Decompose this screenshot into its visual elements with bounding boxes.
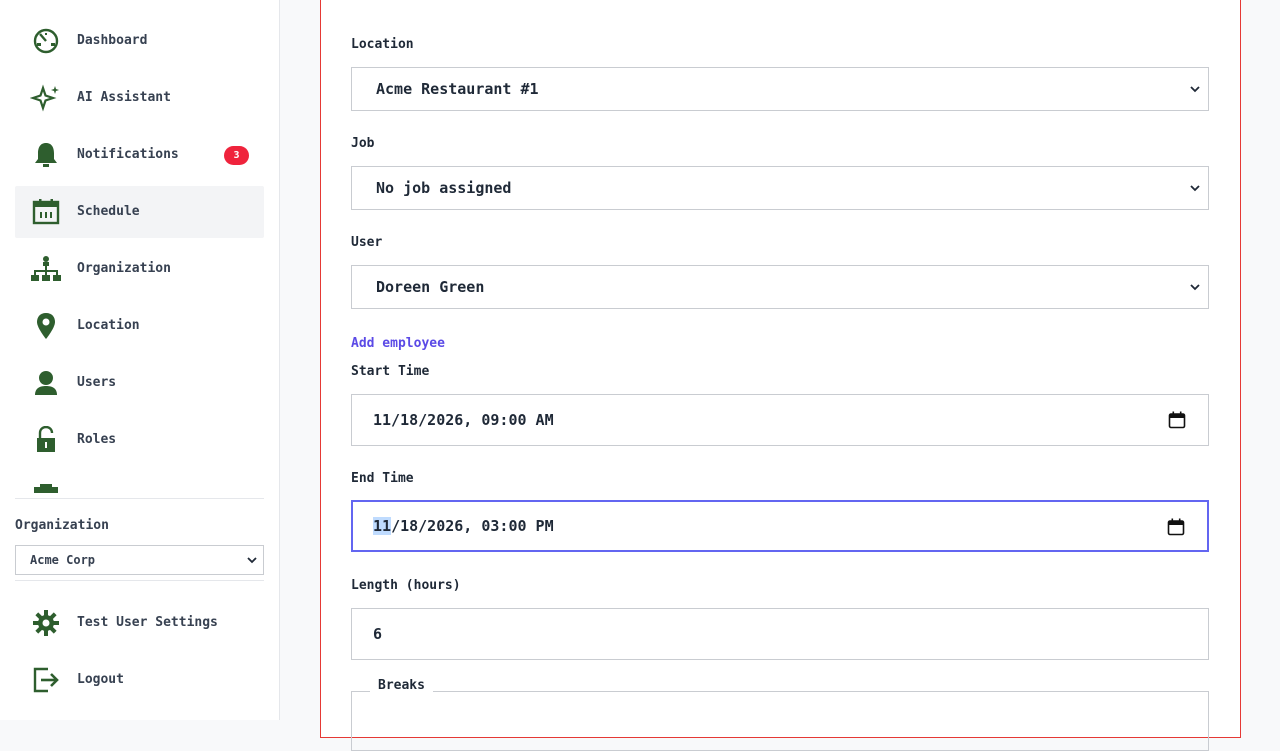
add-employee-link[interactable]: Add employee — [351, 336, 445, 351]
location-label: Location — [351, 37, 414, 52]
gear-icon — [30, 609, 62, 637]
chevron-down-icon — [1190, 282, 1200, 292]
start-time-input[interactable]: 11/18/2026, 09:00 AM — [351, 394, 1209, 446]
shift-form-panel: Location Acme Restaurant #1 Job No job a… — [320, 0, 1241, 751]
logout-button[interactable]: Logout — [15, 654, 264, 706]
user-select[interactable]: Doreen Green — [351, 265, 1209, 309]
sidebar-item-partial[interactable] — [15, 471, 264, 493]
breaks-legend: Breaks — [370, 678, 433, 693]
chevron-down-icon — [1190, 84, 1200, 94]
sidebar-item-ai-assistant[interactable]: AI Assistant — [15, 72, 264, 124]
sidebar-item-label: Notifications — [77, 147, 179, 162]
user-label: User — [351, 235, 383, 250]
chevron-down-icon — [1190, 183, 1200, 193]
dashboard-icon — [30, 27, 62, 55]
sparkle-icon — [30, 84, 62, 112]
test-user-settings-button[interactable]: Test User Settings — [15, 597, 264, 649]
end-time-month-segment[interactable]: 11 — [373, 517, 392, 535]
start-time-value: 11/18/2026, 09:00 AM — [373, 411, 554, 429]
sidebar-divider — [15, 498, 264, 499]
organization-select[interactable]: Acme Corp — [15, 545, 264, 575]
sidebar-divider — [15, 580, 264, 581]
location-select[interactable]: Acme Restaurant #1 — [351, 67, 1209, 111]
sidebar-item-dashboard[interactable]: Dashboard — [15, 15, 264, 67]
briefcase-icon — [30, 483, 62, 493]
sidebar: Dashboard AI Assistant Notifications 3 S… — [0, 0, 280, 720]
length-input[interactable]: 6 — [351, 608, 1209, 660]
length-label: Length (hours) — [351, 578, 461, 593]
sidebar-item-label: Organization — [77, 261, 171, 276]
calendar-picker-icon[interactable] — [1167, 518, 1185, 536]
sidebar-item-users[interactable]: Users — [15, 357, 264, 409]
end-time-input[interactable]: 11/18/2026, 03:00 PM — [351, 500, 1209, 552]
breaks-fieldset: Breaks — [351, 678, 1209, 751]
job-select[interactable]: No job assigned — [351, 166, 1209, 210]
user-select-value: Doreen Green — [376, 278, 485, 296]
job-select-value: No job assigned — [376, 179, 512, 197]
org-chart-icon — [30, 255, 62, 283]
calendar-picker-icon[interactable] — [1168, 411, 1186, 429]
sidebar-item-notifications[interactable]: Notifications 3 — [15, 129, 264, 181]
sidebar-item-schedule[interactable]: Schedule — [15, 186, 264, 238]
sidebar-nav: Dashboard AI Assistant Notifications 3 S… — [15, 15, 264, 493]
organization-select-value: Acme Corp — [30, 553, 96, 567]
notification-count-badge: 3 — [224, 146, 249, 165]
sidebar-item-label: Dashboard — [77, 33, 148, 48]
logout-icon — [30, 666, 62, 694]
sidebar-item-label: Roles — [77, 432, 117, 447]
bell-icon — [30, 141, 62, 169]
calendar-icon — [30, 198, 62, 226]
sidebar-item-label: AI Assistant — [77, 90, 171, 105]
location-select-value: Acme Restaurant #1 — [376, 80, 539, 98]
sidebar-item-location[interactable]: Location — [15, 300, 264, 352]
sidebar-item-roles[interactable]: Roles — [15, 414, 264, 466]
sidebar-item-organization[interactable]: Organization — [15, 243, 264, 295]
end-time-value-rest: /18/2026, 03:00 PM — [391, 517, 554, 535]
test-user-settings-label: Test User Settings — [77, 615, 218, 630]
start-time-label: Start Time — [351, 364, 430, 379]
lock-icon — [30, 426, 62, 454]
sidebar-item-label: Schedule — [77, 204, 140, 219]
user-icon — [30, 369, 62, 397]
chevron-down-icon — [247, 555, 257, 565]
job-label: Job — [351, 136, 375, 151]
sidebar-item-label: Users — [77, 375, 117, 390]
logout-label: Logout — [77, 672, 124, 687]
sidebar-item-label: Location — [77, 318, 140, 333]
length-value: 6 — [373, 625, 383, 643]
end-time-label: End Time — [351, 471, 414, 486]
organization-label: Organization — [15, 518, 109, 533]
map-pin-icon — [30, 312, 62, 340]
